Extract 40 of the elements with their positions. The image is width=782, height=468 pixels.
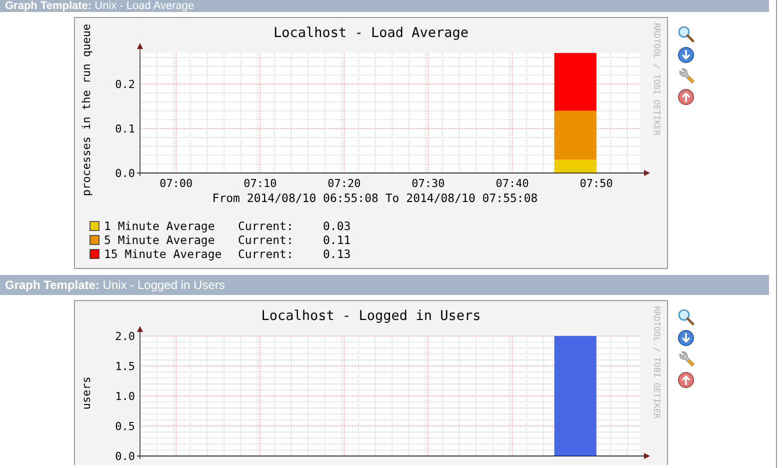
wrench-icon[interactable] (677, 350, 695, 368)
magnifier-icon[interactable] (677, 25, 695, 43)
credit-text: RRDTOOL / TOBI OETIKER (651, 306, 661, 419)
legend-current-label: Current: (238, 233, 294, 247)
graph-title: Localhost - Logged in Users (261, 308, 481, 324)
x-tick-label: 07:50 (580, 177, 613, 190)
y-tick-label: 1.5 (115, 360, 135, 373)
y-axis-label: users (80, 376, 93, 410)
section-header: Graph Template: Unix - Load Average (0, 0, 769, 12)
legend-value: 0.11 (323, 233, 351, 247)
legend-value: 0.03 (323, 219, 351, 233)
legend-current-label: Current: (238, 247, 294, 261)
legend-label: 1 Minute Average (104, 219, 215, 233)
y-tick-label: 2.0 (115, 330, 135, 343)
y-tick-label: 0.5 (115, 420, 135, 433)
magnifier-icon[interactable] (677, 308, 695, 326)
x-tick-label: 07:10 (244, 177, 277, 190)
legend-current-label: Current: (238, 219, 294, 233)
legend-label: 15 Minute Average (104, 247, 222, 261)
down-arrow-circle-icon[interactable] (677, 46, 695, 64)
y-tick-label: 1.0 (115, 390, 135, 403)
y-tick-label: 0.1 (115, 122, 135, 136)
graph-title: Localhost - Load Average (273, 25, 469, 41)
x-tick-label: 07:30 (412, 177, 445, 190)
x-tick-label: 07:40 (496, 177, 529, 190)
y-tick-label: 0.0 (115, 167, 135, 180)
credit-text: RRDTOOL / TOBI OETIKER (651, 23, 661, 136)
y-axis-label: processes in the run queue (80, 24, 93, 196)
y-tick-label: 0.2 (115, 78, 135, 92)
up-arrow-circle-icon[interactable] (677, 88, 695, 106)
wrench-icon[interactable] (677, 67, 695, 85)
x-tick-label: 07:00 (160, 177, 193, 190)
legend-label: 5 Minute Average (104, 233, 215, 247)
x-tick-label: 07:20 (328, 177, 361, 190)
y-tick-label: 0.0 (115, 450, 135, 463)
up-arrow-circle-icon[interactable] (677, 371, 695, 389)
time-range-text: From 2014/08/10 06:55:08 To 2014/08/10 07:55:08 (212, 191, 538, 205)
legend-value: 0.13 (323, 247, 351, 261)
down-arrow-circle-icon[interactable] (677, 329, 695, 347)
section-header: Graph Template: Unix - Logged in Users (0, 275, 769, 295)
